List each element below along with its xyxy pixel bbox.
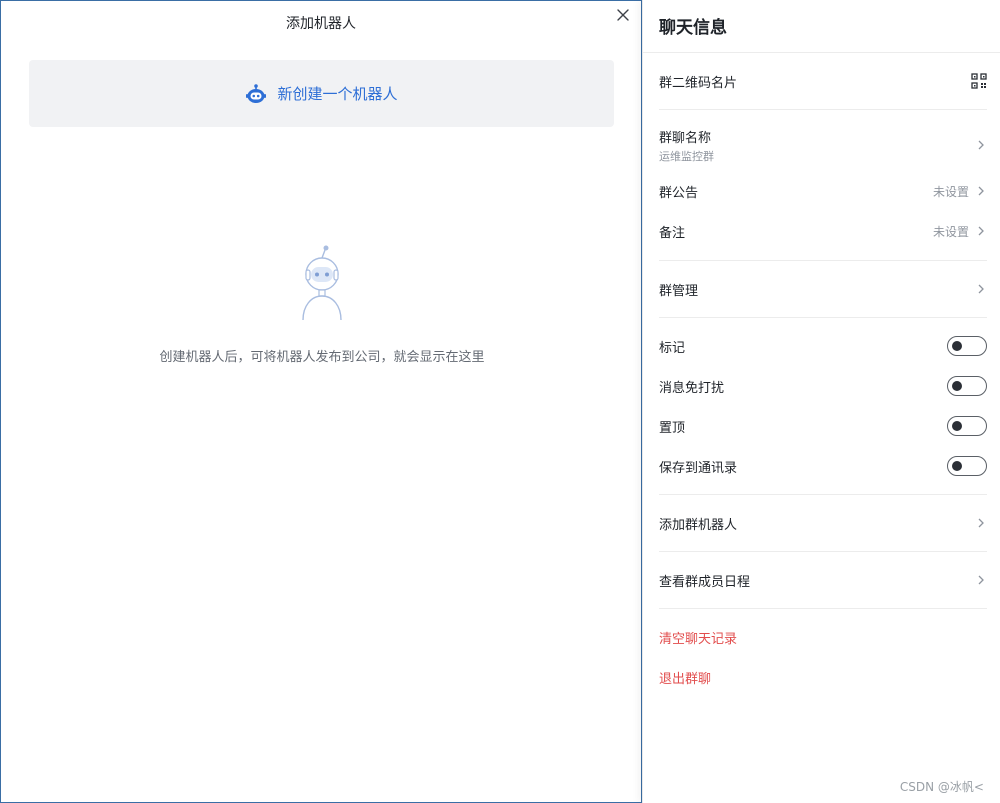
toggle-label: 置顶 [659,420,686,436]
group-name-value: 运维监控群 [659,149,714,163]
divider [659,317,987,318]
exit-group-label: 退出群聊 [659,671,712,687]
create-bot-label: 新创建一个机器人 [277,85,398,103]
toggle-row-mark: 标记 [659,331,987,361]
group-notice-label: 群公告 [659,185,699,201]
add-group-bot-row[interactable]: 添加群机器人 [659,508,987,538]
add-bot-dialog: 添加机器人 新创建一个机器人 创建机器人后，可将机器人发布到公司，就会显示在这里 [0,0,642,803]
add-group-bot-label: 添加群机器人 [659,517,738,533]
group-notice-row[interactable]: 群公告 未设置 [659,176,987,206]
toggle-knob [952,461,962,471]
robot-illustration-icon [291,244,353,322]
save-contacts-toggle[interactable] [947,456,987,476]
chevron-right-icon [975,225,987,237]
chevron-right-icon [975,574,987,586]
group-qr-row[interactable]: 群二维码名片 [659,66,987,96]
mute-toggle[interactable] [947,376,987,396]
create-bot-button[interactable]: 新创建一个机器人 [29,60,614,127]
toggle-row-mute: 消息免打扰 [659,371,987,401]
divider [643,52,1000,53]
group-name-label: 群聊名称 [659,130,712,146]
toggle-label: 保存到通讯录 [659,460,738,476]
dialog-title: 添加机器人 [286,16,356,32]
toggle-label: 标记 [659,340,686,356]
divider [659,494,987,495]
group-manage-label: 群管理 [659,283,699,299]
toggle-label: 消息免打扰 [659,380,725,396]
panel-title: 聊天信息 [659,18,727,38]
chevron-right-icon [975,283,987,295]
qr-code-icon [971,73,987,89]
empty-state-text: 创建机器人后，可将机器人发布到公司，就会显示在这里 [159,350,485,365]
group-qr-label: 群二维码名片 [659,75,738,91]
divider [659,260,987,261]
member-schedule-row[interactable]: 查看群成员日程 [659,565,987,595]
group-manage-row[interactable]: 群管理 [659,274,987,304]
chat-info-panel: 聊天信息 群二维码名片 群聊名称 运维监控群 群公告 未设置 备注 未设置 群管… [642,0,1000,803]
toggle-knob [952,421,962,431]
pin-toggle[interactable] [947,416,987,436]
divider [659,551,987,552]
group-name-row[interactable]: 群聊名称 运维监控群 [659,126,987,164]
mark-toggle[interactable] [947,336,987,356]
divider [659,608,987,609]
chevron-right-icon [975,139,987,151]
watermark: CSDN @冰帆< [899,780,984,794]
exit-group-button[interactable]: 退出群聊 [659,662,987,692]
toggle-row-save-contacts: 保存到通讯录 [659,451,987,481]
toggle-row-pin: 置顶 [659,411,987,441]
close-icon [617,9,629,21]
member-schedule-label: 查看群成员日程 [659,574,751,590]
remark-row[interactable]: 备注 未设置 [659,216,987,246]
close-button[interactable] [613,5,633,25]
divider [659,109,987,110]
chevron-right-icon [975,517,987,529]
remark-label: 备注 [659,225,686,241]
toggle-knob [952,381,962,391]
clear-history-button[interactable]: 清空聊天记录 [659,622,987,652]
robot-icon [245,83,267,105]
chevron-right-icon [975,185,987,197]
group-notice-value: 未设置 [932,184,969,199]
clear-history-label: 清空聊天记录 [659,631,738,647]
remark-value: 未设置 [932,224,969,239]
toggle-knob [952,341,962,351]
